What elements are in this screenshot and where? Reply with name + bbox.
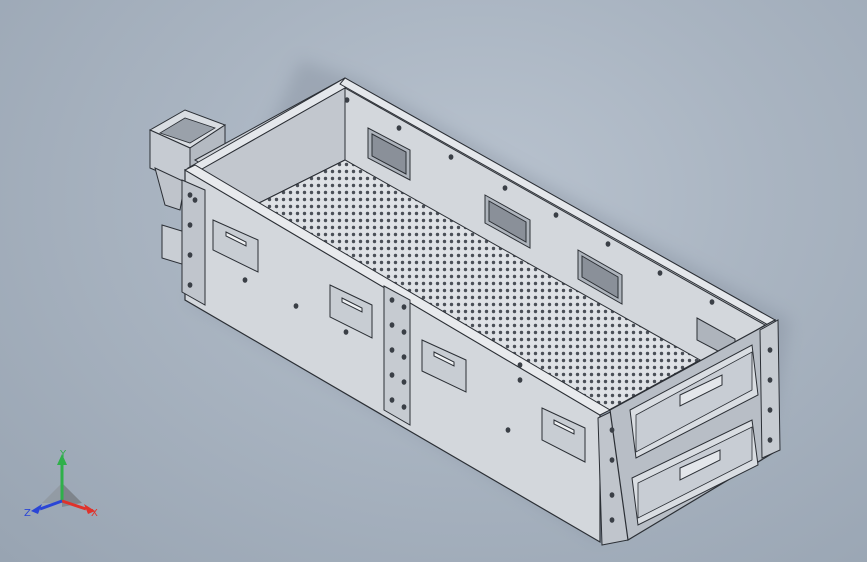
bolt-hole xyxy=(389,347,395,353)
bolt-hole xyxy=(609,457,615,463)
bolt-hole xyxy=(242,277,248,283)
y-axis-label: Y xyxy=(59,449,67,460)
bolt-hole xyxy=(517,362,523,368)
bolt-hole xyxy=(401,379,407,385)
bolt-hole xyxy=(401,404,407,410)
bolt-hole xyxy=(187,252,193,258)
bolt-hole xyxy=(517,377,523,383)
bolt-hole xyxy=(344,97,350,103)
bolt-hole xyxy=(505,427,511,433)
bolt-hole xyxy=(767,377,773,383)
bolt-hole xyxy=(767,407,773,413)
bolt-hole xyxy=(293,303,299,309)
bolt-hole xyxy=(609,427,615,433)
bolt-hole xyxy=(401,354,407,360)
bolt-hole xyxy=(396,125,402,131)
x-axis-label: X xyxy=(91,508,98,519)
axis-triad: Y X Z xyxy=(24,449,98,519)
bolt-hole xyxy=(389,397,395,403)
bolt-hole xyxy=(657,270,663,276)
bolt-hole xyxy=(389,372,395,378)
3d-viewport[interactable]: Y X Z xyxy=(0,0,867,562)
bolt-hole xyxy=(553,212,559,218)
bolt-hole xyxy=(502,185,508,191)
bolt-hole xyxy=(192,197,198,203)
bolt-hole xyxy=(609,492,615,498)
cad-model[interactable] xyxy=(0,0,867,562)
bolt-hole xyxy=(448,154,454,160)
bolt-hole xyxy=(767,437,773,443)
bolt-hole xyxy=(401,329,407,335)
bolt-hole xyxy=(709,299,715,305)
bolt-hole xyxy=(401,304,407,310)
bolt-hole xyxy=(187,222,193,228)
z-axis-label: Z xyxy=(24,508,31,519)
bolt-hole xyxy=(187,192,193,198)
bolt-hole xyxy=(187,282,193,288)
bolt-hole xyxy=(605,241,611,247)
bolt-hole xyxy=(767,347,773,353)
bolt-hole xyxy=(343,329,349,335)
bolt-hole xyxy=(609,517,615,523)
bolt-hole xyxy=(389,322,395,328)
bolt-hole xyxy=(389,297,395,303)
